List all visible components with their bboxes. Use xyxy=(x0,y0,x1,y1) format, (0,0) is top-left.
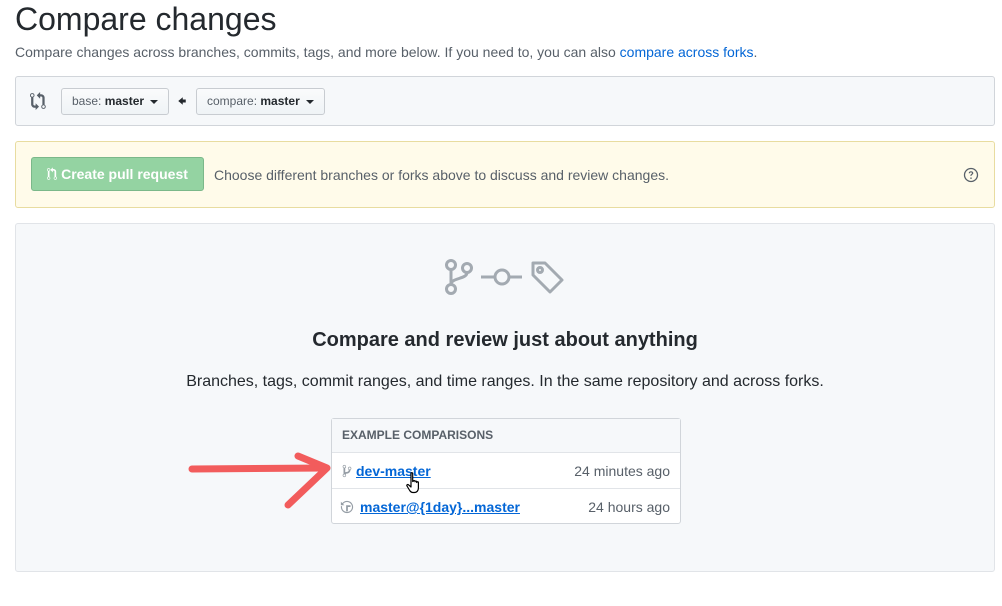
example-time: 24 hours ago xyxy=(588,499,670,515)
git-pull-request-icon xyxy=(47,167,58,180)
page-title: Compare changes xyxy=(15,1,277,37)
example-comparisons-header: EXAMPLE COMPARISONS xyxy=(332,419,680,453)
git-branch-icon xyxy=(342,464,352,478)
create-pull-request-button[interactable]: Create pull request xyxy=(31,157,204,191)
subtitle-suffix: . xyxy=(753,44,758,60)
git-commit-icon xyxy=(481,268,522,286)
base-prefix: base: xyxy=(72,94,102,108)
blankslate-description: Branches, tags, commit ranges, and time … xyxy=(186,373,824,390)
base-branch-name: master xyxy=(104,94,145,108)
annotation-arrow-icon xyxy=(188,452,331,509)
git-branch-icon xyxy=(445,259,473,295)
compare-prefix: compare: xyxy=(207,94,258,108)
arrow-left-icon xyxy=(178,97,186,105)
history-icon xyxy=(340,500,354,514)
page-subtitle: Compare changes across branches, commits… xyxy=(15,42,757,62)
chevron-down-icon xyxy=(150,99,159,104)
list-item[interactable]: dev-master 24 minutes ago xyxy=(332,453,680,489)
compare-across-forks-link[interactable]: compare across forks xyxy=(620,44,754,60)
subtitle-text: Compare changes across branches, commits… xyxy=(15,44,620,60)
flash-message: Choose different branches or forks above… xyxy=(214,167,669,183)
compare-branch-name: master xyxy=(260,94,300,108)
chevron-down-icon xyxy=(306,99,315,104)
blankslate-icons xyxy=(445,259,564,295)
base-branch-select[interactable]: base: master xyxy=(61,88,170,115)
list-item[interactable]: master@{1day}...master 24 hours ago xyxy=(332,489,680,525)
range-editor: base: master compare: master xyxy=(15,76,995,126)
create-pull-request-label: Create pull request xyxy=(61,166,188,182)
compare-blankslate: Compare and review just about anything B… xyxy=(15,223,995,572)
hand-cursor-icon xyxy=(406,472,419,494)
git-compare-icon xyxy=(30,92,46,110)
example-time: 24 minutes ago xyxy=(574,463,670,479)
tag-icon xyxy=(531,261,564,294)
example-link-master-1day[interactable]: master@{1day}...master xyxy=(360,497,520,517)
compare-flash: Create pull request Choose different bra… xyxy=(15,141,995,208)
example-comparisons: EXAMPLE COMPARISONS dev-master 24 minute… xyxy=(331,418,681,524)
question-icon[interactable] xyxy=(963,167,979,183)
blankslate-title: Compare and review just about anything xyxy=(312,329,698,351)
compare-branch-select[interactable]: compare: master xyxy=(196,88,326,115)
